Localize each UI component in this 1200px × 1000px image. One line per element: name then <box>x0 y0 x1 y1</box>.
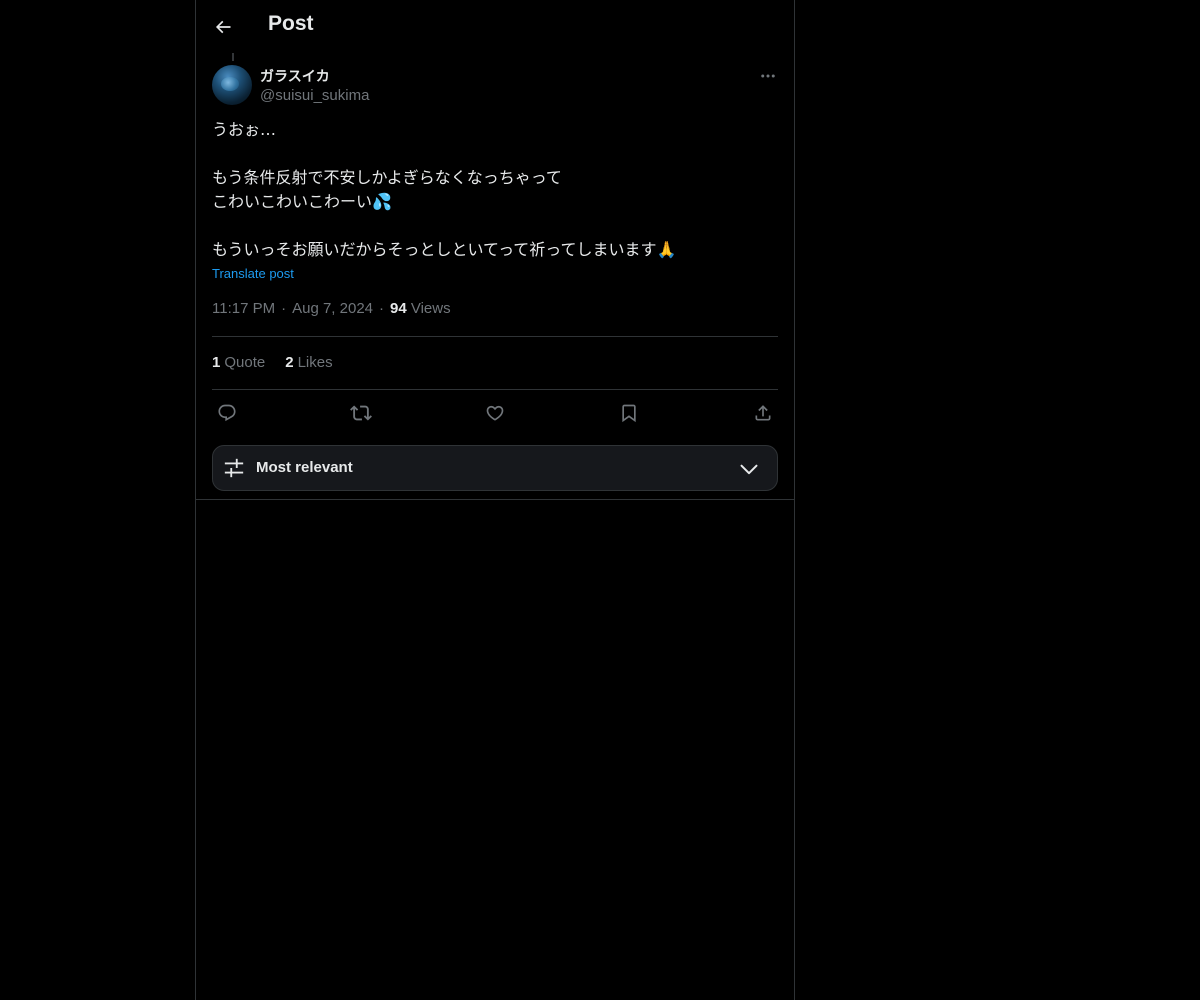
post-text: うおぉ… もう条件反射で不安しかよぎらなくなっちゃって こわいこわいこわーい💦 … <box>212 120 677 259</box>
like-button[interactable] <box>483 401 507 425</box>
post-time[interactable]: 11:17 PM <box>212 300 275 317</box>
bookmark-icon <box>622 404 636 423</box>
thread-connector-line <box>232 53 234 61</box>
repost-icon <box>350 405 372 421</box>
heart-icon <box>486 405 504 421</box>
page-title: Post <box>268 12 314 35</box>
meta-separator: · <box>281 300 287 317</box>
author-handle[interactable]: @suisui_sukima <box>260 87 369 104</box>
meta-separator: · <box>379 300 384 317</box>
quotes-stat[interactable]: 1 Quote <box>212 354 265 371</box>
repost-button[interactable] <box>349 401 373 425</box>
likes-label: Likes <box>297 354 333 371</box>
bookmark-button[interactable] <box>617 401 641 425</box>
reply-button[interactable] <box>215 401 239 425</box>
chevron-down-icon <box>740 464 758 475</box>
views-label: Views <box>410 300 451 317</box>
share-icon <box>755 405 771 421</box>
post-meta: 11:17 PM · Aug 7, 2024 · 94 Views <box>212 300 451 317</box>
section-divider <box>196 499 794 500</box>
action-bar <box>212 401 778 425</box>
quote-label: Quote <box>224 354 266 371</box>
likes-stat[interactable]: 2 Likes <box>285 354 332 371</box>
sort-label: Most relevant <box>256 459 353 476</box>
back-button[interactable] <box>210 12 236 42</box>
author-name[interactable]: ガラスイカ <box>260 66 330 86</box>
sliders-icon <box>224 458 244 478</box>
post-stats: 1 Quote 2 Likes <box>212 354 333 371</box>
likes-count: 2 <box>285 354 294 371</box>
main-column: Post ガラスイカ @suisui_sukima うおぉ… もう条件反射で不安… <box>195 0 795 1000</box>
post-date[interactable]: Aug 7, 2024 <box>292 300 373 317</box>
reply-icon <box>218 404 236 422</box>
page-header: Post <box>196 0 794 53</box>
divider <box>212 336 778 337</box>
divider <box>212 389 778 390</box>
more-options-button[interactable] <box>758 66 778 86</box>
avatar[interactable] <box>212 65 252 105</box>
share-button[interactable] <box>751 401 775 425</box>
translate-post-link[interactable]: Translate post <box>212 266 294 281</box>
arrow-left-icon <box>215 20 231 34</box>
quote-count: 1 <box>212 354 221 371</box>
views-count: 94 <box>390 300 407 317</box>
reply-sort-dropdown[interactable]: Most relevant <box>212 445 778 491</box>
more-horizontal-icon <box>761 74 775 78</box>
